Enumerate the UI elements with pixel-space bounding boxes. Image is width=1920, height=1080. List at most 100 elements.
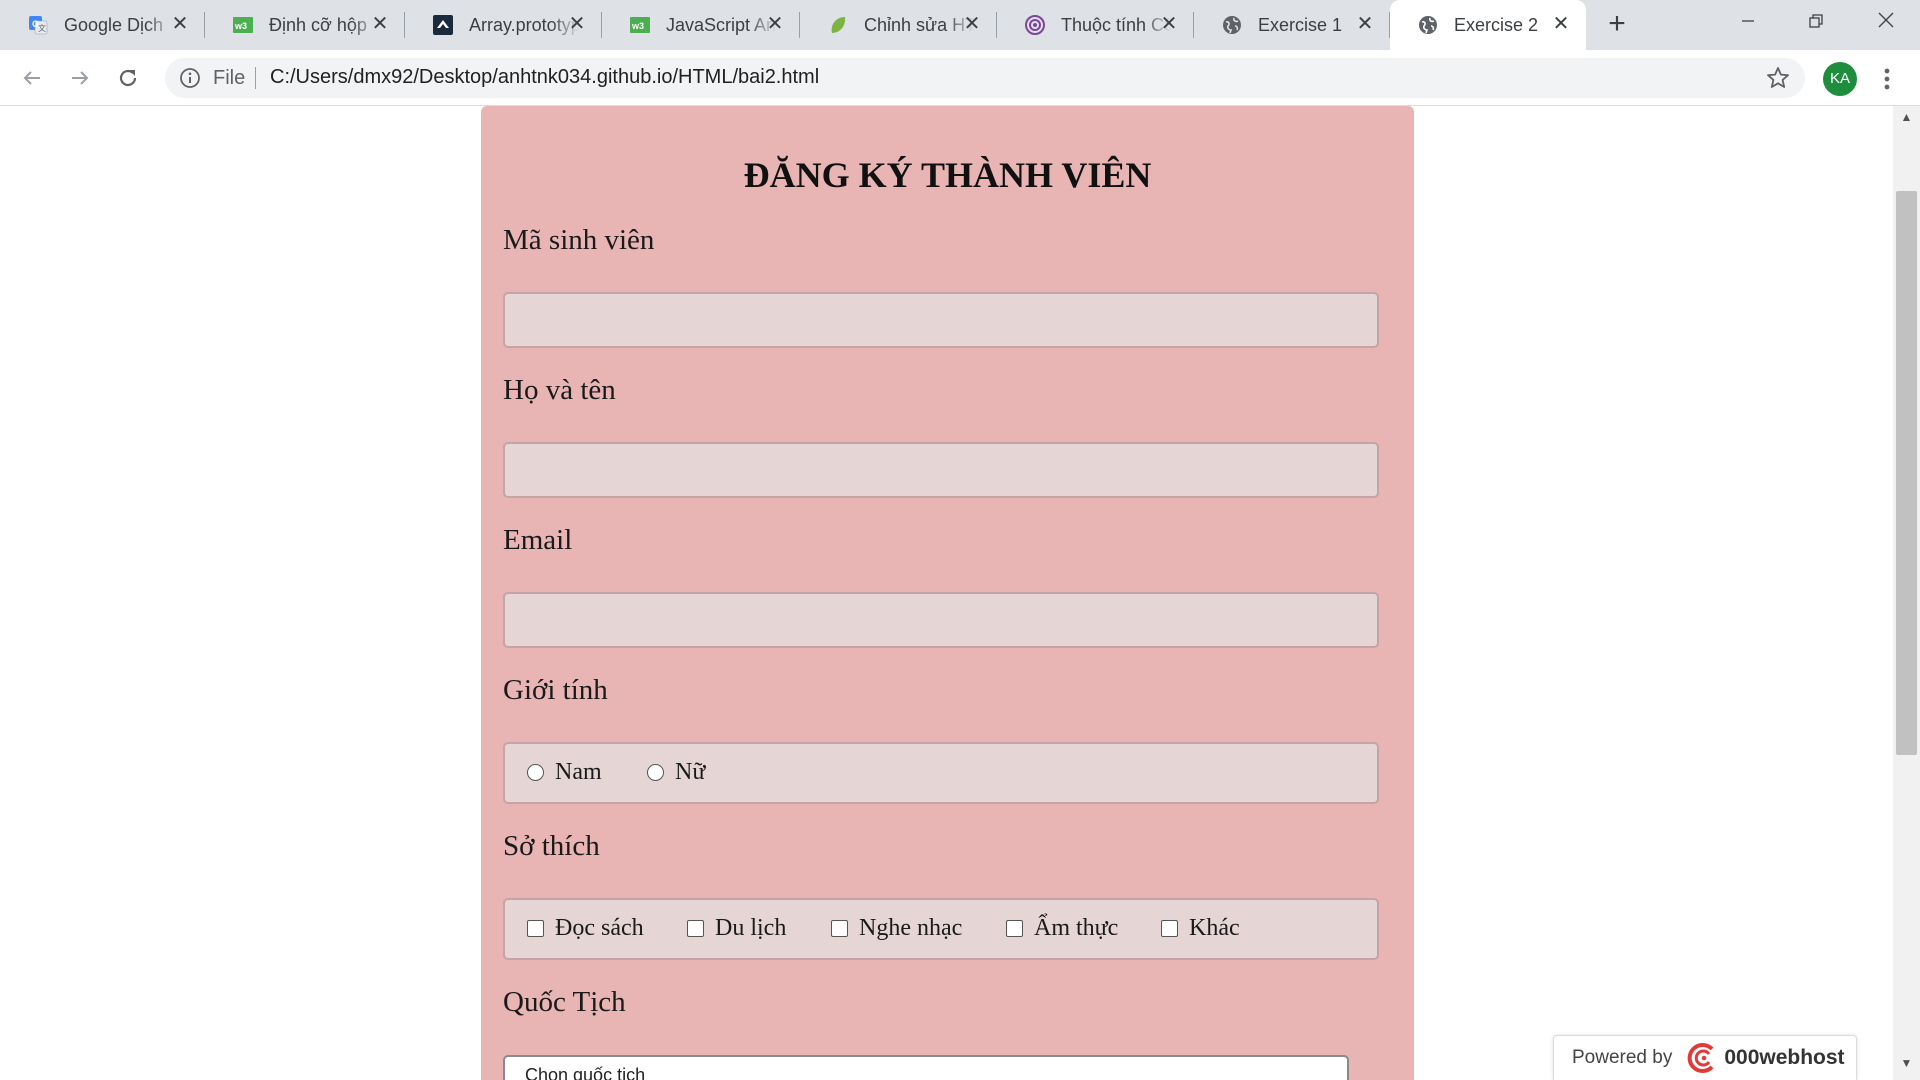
arrow-left-icon [23,71,40,85]
svg-text:w3: w3 [631,21,644,31]
tor-icon [1025,15,1045,35]
tab-javascript-array[interactable]: w3 JavaScript Array ✕ [602,0,800,50]
hobby-option-khac[interactable]: Khác [1161,915,1240,942]
gender-option-nu[interactable]: Nữ [647,759,705,786]
address-bar[interactable]: File C:/Users/dmx92/Desktop/anhtnk034.gi… [165,58,1805,98]
forward-button[interactable] [62,60,98,96]
scheme-label: File [213,67,246,89]
close-icon[interactable]: ✕ [1158,13,1180,35]
tab-array-prototype[interactable]: Array.prototype ✕ [405,0,602,50]
radio-button[interactable] [647,764,664,781]
option-label: Ẩm thực [1034,915,1119,941]
restore-icon [1809,14,1823,28]
google-translate-icon: G文 [28,15,48,35]
option-label: Du lịch [715,915,787,941]
info-icon[interactable] [179,67,201,89]
option-label: Nam [555,759,602,785]
checkbox[interactable] [687,920,704,937]
restore-button[interactable] [1786,0,1846,44]
000webhost-logo-icon [1682,1043,1720,1073]
reload-button[interactable] [110,60,146,96]
checkbox[interactable] [527,920,544,937]
arrow-right-icon [72,71,89,85]
close-icon [1878,12,1894,28]
address-separator [255,67,256,89]
tab-strip: G文 Google Dịch ✕ w3 Định cỡ hộp ✕ Array.… [0,0,1920,50]
minimize-icon [1742,20,1754,22]
option-label: Nghe nhạc [859,915,963,941]
gender-options: Nam Nữ [503,742,1379,804]
star-icon[interactable] [1765,65,1791,91]
hobby-option-doc-sach[interactable]: Đọc sách [527,915,644,942]
close-window-button[interactable] [1856,0,1916,44]
url-text[interactable]: C:/Users/dmx92/Desktop/anhtnk034.github.… [270,66,819,89]
scroll-down-arrow-icon[interactable]: ▼ [1893,1056,1920,1076]
back-button[interactable] [14,60,50,96]
close-icon[interactable]: ✕ [764,13,786,35]
avatar[interactable]: KA [1823,62,1857,96]
more-menu-icon[interactable] [1872,62,1902,96]
scroll-up-arrow-icon[interactable]: ▲ [1893,110,1920,130]
hobbies-label: Sở thích [503,830,600,862]
tab-dinh-co-hop[interactable]: w3 Định cỡ hộp ✕ [205,0,405,50]
tab-chinh-sua-html[interactable]: Chỉnh sửa HTML ✕ [800,0,997,50]
hobby-option-du-lich[interactable]: Du lịch [687,915,786,942]
mdn-icon [433,15,453,35]
globe-icon [1418,15,1438,35]
radio-button[interactable] [527,764,544,781]
tab-title: Định cỡ hộp [269,14,367,35]
close-icon[interactable]: ✕ [961,13,983,35]
minimize-button[interactable] [1718,0,1778,44]
full-name-input[interactable] [503,442,1379,498]
student-id-input[interactable] [503,292,1379,348]
hobby-option-nghe-nhac[interactable]: Nghe nhạc [831,915,962,942]
page-viewport: ĐĂNG KÝ THÀNH VIÊN Mã sinh viên Họ và tê… [0,106,1920,1080]
powered-by-text: Powered by [1572,1047,1673,1068]
checkbox[interactable] [1161,920,1178,937]
registration-form: ĐĂNG KÝ THÀNH VIÊN Mã sinh viên Họ và tê… [481,106,1414,1080]
hobby-options: Đọc sách Du lịch Nghe nhạc Ẩm thực Khác [503,898,1379,960]
vertical-scrollbar[interactable]: ▲ ▼ [1893,106,1920,1080]
leaf-icon [828,15,848,35]
tab-title: Google Dịch [64,14,164,35]
close-icon[interactable]: ✕ [1550,13,1572,35]
nationality-label: Quốc Tịch [503,986,626,1018]
hobby-option-am-thuc[interactable]: Ẩm thực [1006,915,1118,942]
w3schools-icon: w3 [233,15,253,35]
nationality-select[interactable]: Chọn quốc tịch [503,1055,1349,1080]
reload-icon [119,69,137,87]
student-id-label: Mã sinh viên [503,224,655,256]
close-icon[interactable]: ✕ [369,13,391,35]
close-icon[interactable]: ✕ [1354,13,1376,35]
scrollbar-thumb[interactable] [1896,191,1917,755]
tab-title: Exercise 1 [1258,14,1343,35]
checkbox[interactable] [831,920,848,937]
browser-toolbar: File C:/Users/dmx92/Desktop/anhtnk034.gi… [0,50,1920,106]
w3schools-icon: w3 [630,15,650,35]
tab-title: Thuộc tính CSS [1061,14,1171,35]
svg-text:文: 文 [38,23,46,33]
option-label: Đọc sách [555,915,644,941]
gender-option-nam[interactable]: Nam [527,759,602,786]
option-label: Khác [1189,915,1240,941]
option-label: Nữ [675,759,706,785]
email-input[interactable] [503,592,1379,648]
new-tab-button[interactable]: + [1600,8,1634,42]
full-name-label: Họ và tên [503,374,616,406]
tab-exercise-1[interactable]: Exercise 1 ✕ [1194,0,1390,50]
gender-label: Giới tính [503,674,608,706]
tab-exercise-2[interactable]: Exercise 2 ✕ [1390,0,1586,50]
tab-thuoc-tinh-css[interactable]: Thuộc tính CSS ✕ [997,0,1194,50]
checkbox[interactable] [1006,920,1023,937]
tab-google-dich[interactable]: G文 Google Dịch ✕ [0,0,205,50]
close-icon[interactable]: ✕ [566,13,588,35]
svg-text:w3: w3 [234,21,247,31]
tab-title: Array.prototype [469,14,579,35]
tab-title: JavaScript Array [666,14,776,35]
tab-title: Chỉnh sửa HTML [864,14,974,35]
tab-title: Exercise 2 [1454,14,1539,35]
brand-name: 000webhost [1724,1046,1845,1069]
powered-by-badge[interactable]: Powered by 000webhost [1553,1035,1857,1080]
close-icon[interactable]: ✕ [169,13,191,35]
globe-icon [1222,15,1242,35]
